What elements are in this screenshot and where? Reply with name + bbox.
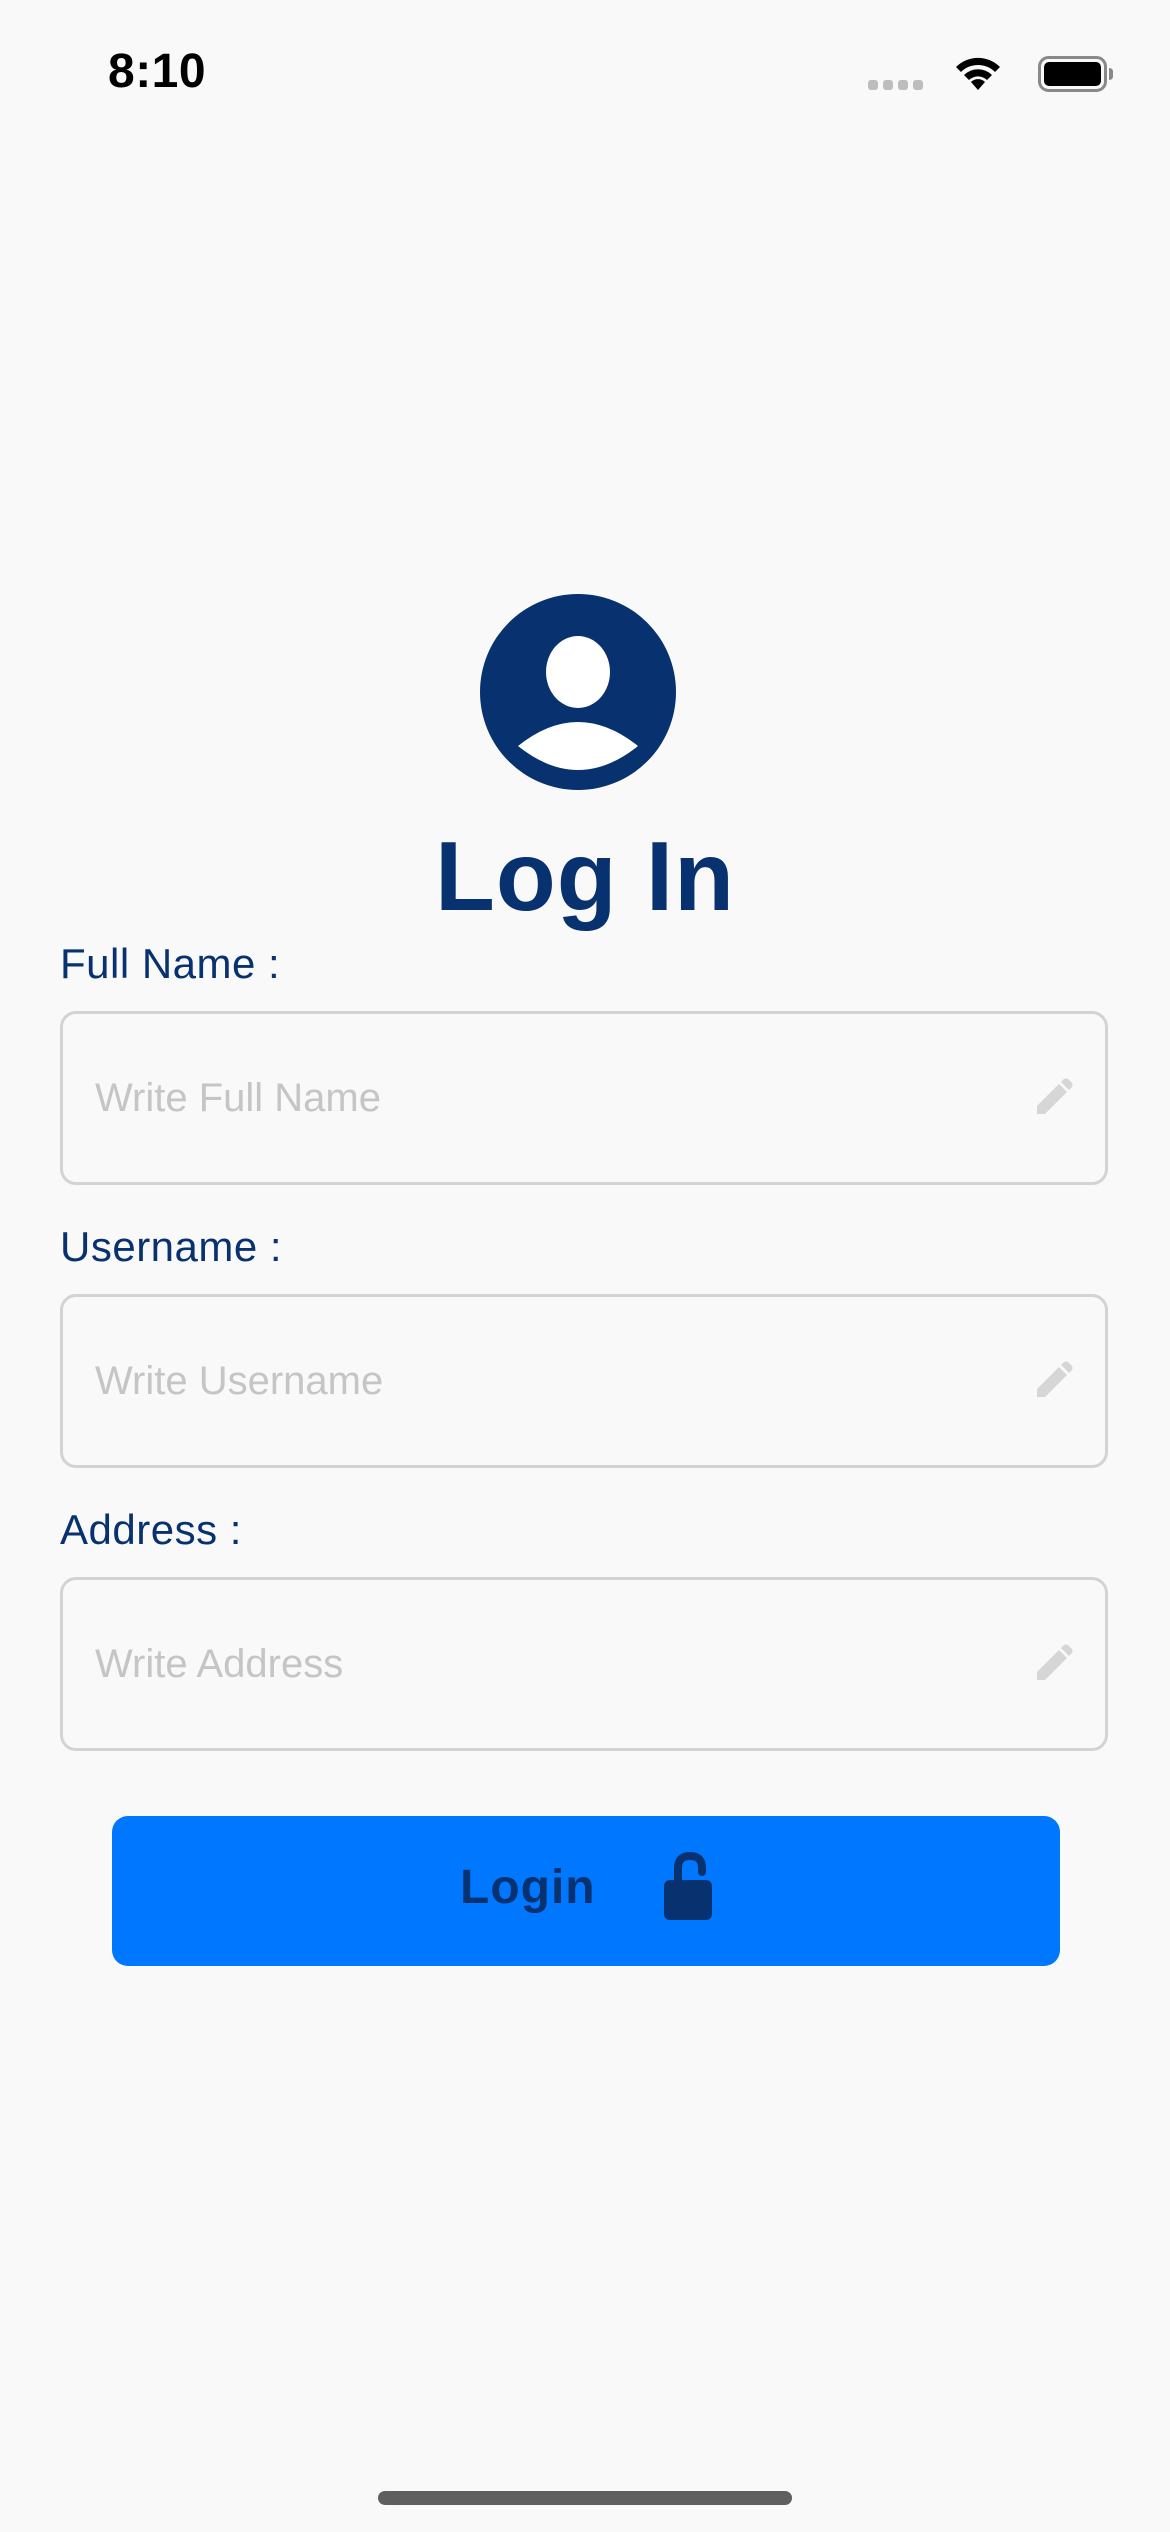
unlock-icon bbox=[664, 1851, 712, 1920]
address-label: Address : bbox=[60, 1506, 242, 1553]
user-avatar-icon bbox=[480, 594, 676, 790]
address-input[interactable] bbox=[95, 1580, 995, 1748]
status-time: 8:10 bbox=[108, 45, 207, 98]
pencil-icon bbox=[1037, 1078, 1073, 1114]
full-name-field[interactable] bbox=[60, 1011, 1108, 1185]
login-button[interactable]: Login bbox=[112, 1816, 1060, 1966]
username-label: Username : bbox=[60, 1223, 283, 1270]
full-name-input[interactable] bbox=[95, 1014, 995, 1182]
login-screen: 8:10 Log In Full Name : Write Full Name … bbox=[0, 0, 1170, 2532]
address-field[interactable] bbox=[60, 1577, 1108, 1751]
battery-icon bbox=[1038, 56, 1113, 92]
home-indicator bbox=[378, 2491, 792, 2505]
pencil-icon bbox=[1037, 1361, 1073, 1397]
username-field[interactable] bbox=[60, 1294, 1108, 1468]
page-title: Log In bbox=[435, 821, 735, 931]
cellular-signal-icon bbox=[868, 80, 923, 90]
username-input[interactable] bbox=[95, 1297, 995, 1465]
wifi-icon bbox=[956, 57, 1000, 90]
full-name-label: Full Name : bbox=[60, 940, 281, 987]
pencil-icon bbox=[1037, 1644, 1073, 1680]
login-button-label: Login bbox=[460, 1861, 596, 1914]
